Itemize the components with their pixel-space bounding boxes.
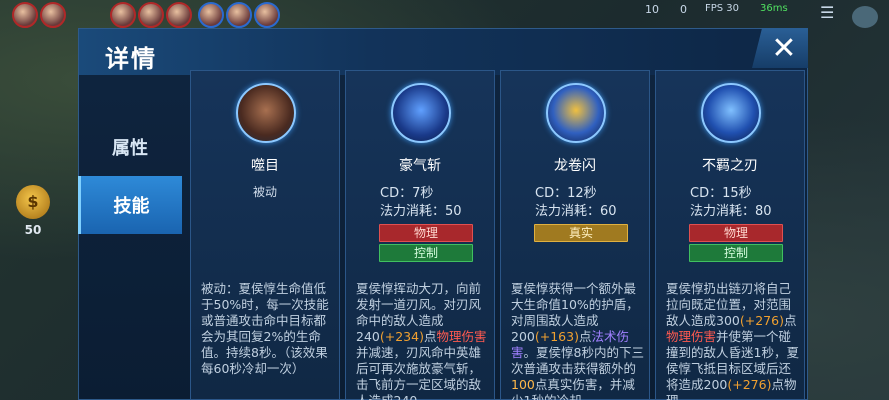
skill-cooldown: CD：12秒 — [535, 186, 597, 201]
gold-amount: 50 — [24, 223, 42, 237]
skill-name: 龙卷闪 — [554, 158, 596, 174]
skill-card-3: 不羁之刃 CD：15秒 法力消耗：80 物理 控制 夏侯惇扔出链刃将自己拉向既定… — [655, 70, 805, 400]
money-bag-icon: $ — [16, 185, 50, 219]
menu-icon[interactable]: ☰ — [820, 3, 834, 22]
enemy-hero-avatar — [40, 2, 66, 28]
kill-score-enemy: 0 — [680, 3, 687, 16]
ally-hero-avatar — [226, 2, 252, 28]
skill-cooldown: CD：15秒 — [690, 186, 752, 201]
skill-mana-cost: 法力消耗：50 — [380, 204, 462, 219]
tab-attributes[interactable]: 属性 — [78, 118, 182, 176]
skill-name: 不羁之刃 — [702, 158, 758, 174]
shop-gold[interactable]: $ 50 — [12, 185, 54, 245]
skill-description: 夏侯惇扔出链刃将自己拉向既定位置，对范围敌人造成300(+276)点物理伤害并使… — [666, 281, 799, 400]
skill-cooldown: CD：7秒 — [380, 186, 434, 201]
ping-readout: 36ms — [760, 3, 788, 14]
ally-hero-avatar — [254, 2, 280, 28]
fist-skill-icon — [236, 83, 296, 143]
skill-card-1: 豪气斩 CD：7秒 法力消耗：50 物理 控制 夏侯惇挥动大刀，向前发射一道刃风… — [345, 70, 495, 400]
chain-blade-skill-icon — [701, 83, 761, 143]
enemy-hero-avatar — [166, 2, 192, 28]
panel-title: 详情 — [105, 45, 157, 73]
skill-name: 噬目 — [251, 158, 279, 174]
fps-readout: FPS 30 — [705, 3, 740, 14]
settings-icon[interactable] — [852, 6, 878, 28]
enemy-hero-avatar — [110, 2, 136, 28]
skill-description: 被动：夏侯惇生命值低于50%时，每一次技能或普通攻击命中目标都会为其回复2%的生… — [201, 281, 329, 376]
skill-card-2: 龙卷闪 CD：12秒 法力消耗：60 真实 夏侯惇获得一个额外最大生命值10%的… — [500, 70, 650, 400]
enemy-hero-avatar — [12, 2, 38, 28]
tag-control: 控制 — [379, 244, 473, 262]
whirlwind-skill-icon — [546, 83, 606, 143]
close-icon: ✕ — [771, 30, 797, 66]
enemy-hero-avatar — [138, 2, 164, 28]
detail-tabs: 属性 技能 — [78, 118, 182, 234]
tag-physical: 物理 — [689, 224, 783, 242]
skill-type: 被动 — [252, 185, 277, 199]
kill-score: 10 — [645, 3, 659, 16]
tab-label: 属性 — [112, 138, 148, 159]
skill-name: 豪气斩 — [399, 158, 441, 174]
tag-physical: 物理 — [379, 224, 473, 242]
skill-mana-cost: 法力消耗：80 — [690, 204, 772, 219]
blade-wind-skill-icon — [391, 83, 451, 143]
ally-hero-avatar — [198, 2, 224, 28]
tab-skills[interactable]: 技能 — [78, 176, 182, 234]
tag-control: 控制 — [689, 244, 783, 262]
tag-true-damage: 真实 — [534, 224, 628, 242]
skill-description: 夏侯惇挥动大刀，向前发射一道刃风。对刃风命中的敌人造成240(+234)点物理伤… — [356, 281, 487, 400]
tab-label: 技能 — [113, 196, 150, 217]
skill-description: 夏侯惇获得一个额外最大生命值10%的护盾，对周围敌人造成200(+163)点法术… — [511, 281, 644, 400]
panel-header: 详情 — [79, 29, 807, 75]
skill-mana-cost: 法力消耗：60 — [535, 204, 617, 219]
skill-card-passive: 噬目 被动 被动：夏侯惇生命值低于50%时，每一次技能或普通攻击命中目标都会为其… — [190, 70, 340, 400]
